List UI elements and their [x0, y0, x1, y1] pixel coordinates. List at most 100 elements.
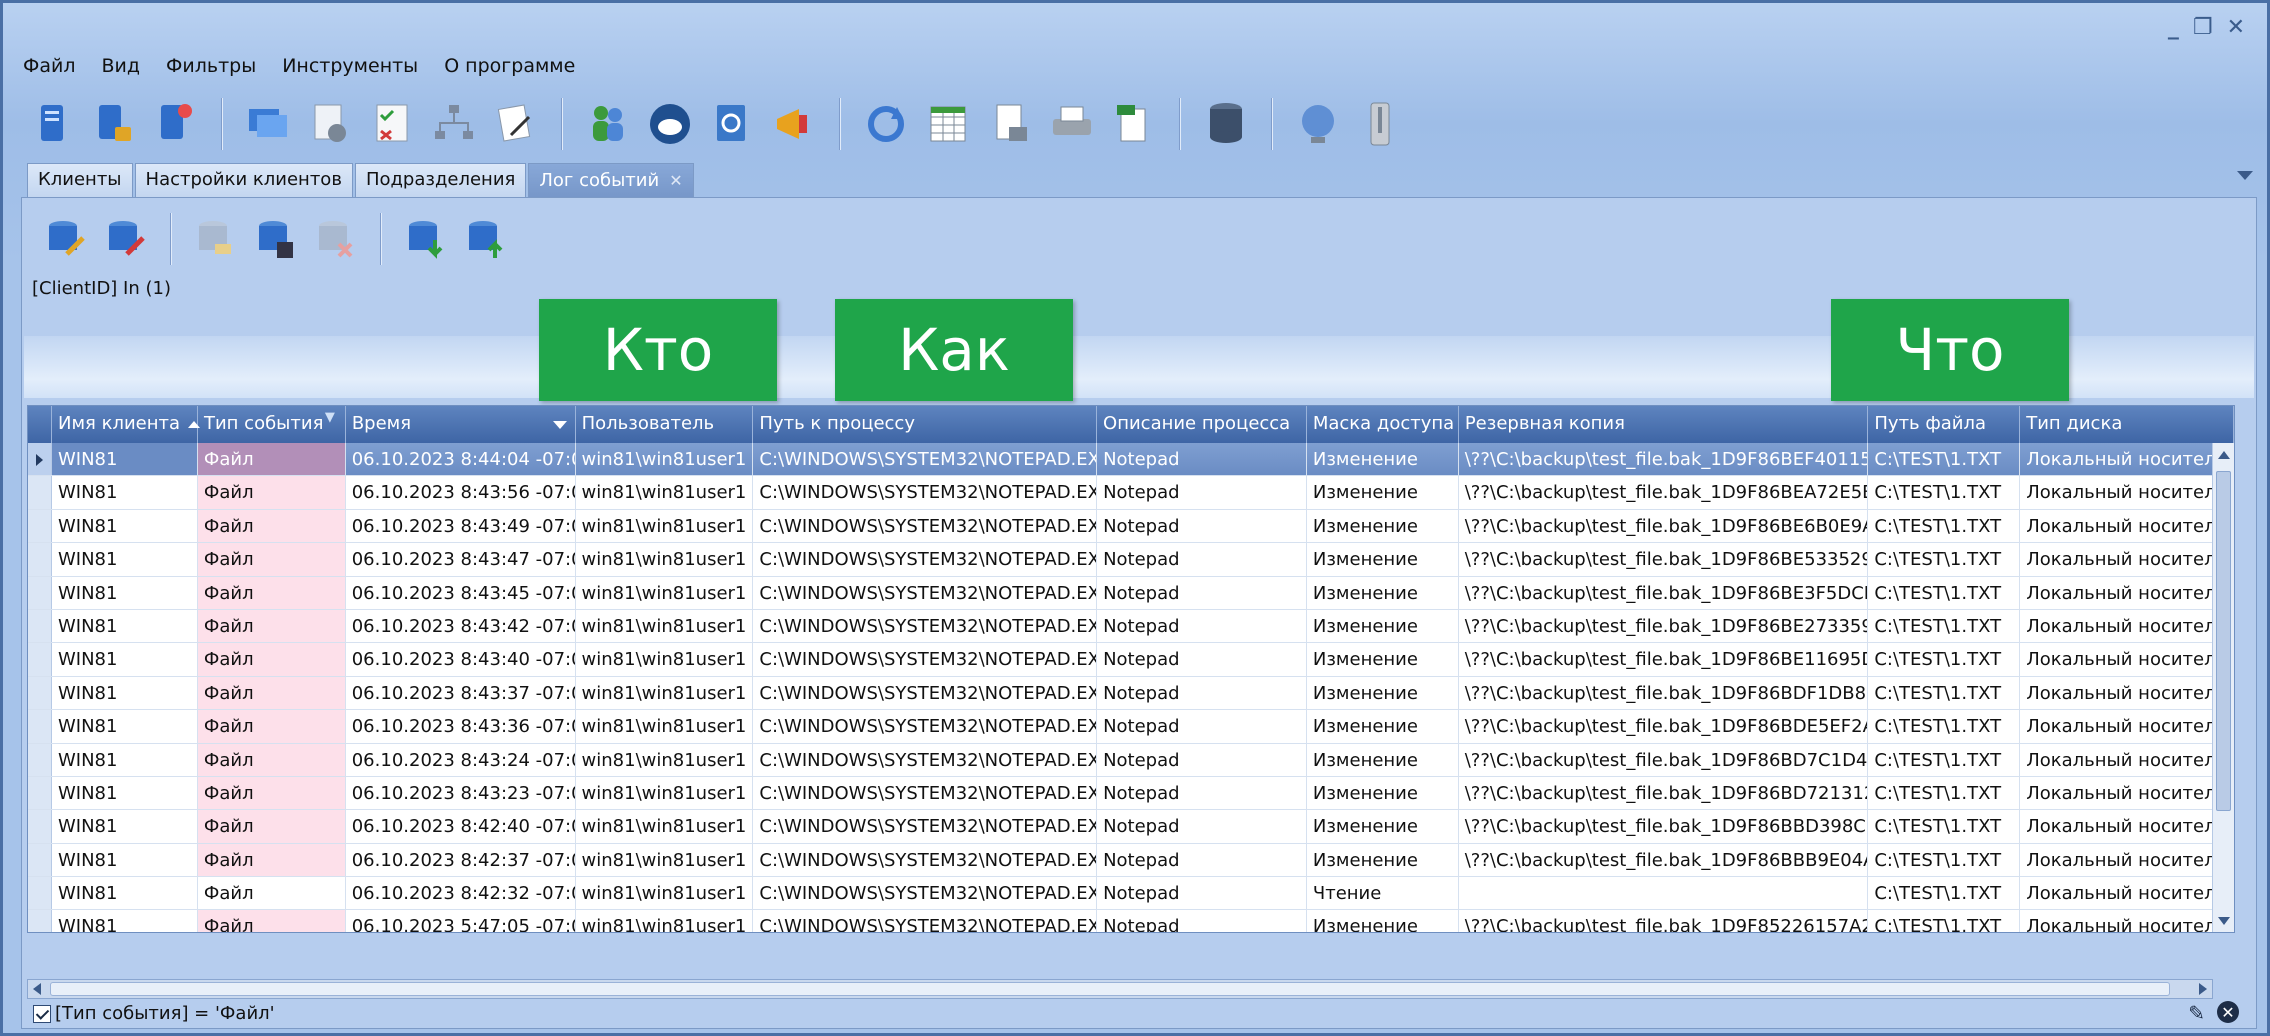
access-mask-cell[interactable]: Изменение — [1307, 910, 1459, 932]
client-name-cell[interactable]: WIN81 — [52, 476, 198, 509]
file-path-cell[interactable]: C:\TEST\1.TXT — [1868, 443, 2021, 476]
file-path-cell[interactable]: C:\TEST\1.TXT — [1868, 543, 2021, 576]
time-cell[interactable]: 06.10.2023 8:43:36 -07:00 — [346, 710, 576, 743]
file-path-cell[interactable]: C:\TEST\1.TXT — [1868, 676, 2021, 710]
time-cell[interactable]: 06.10.2023 8:43:23 -07:00 — [346, 776, 576, 810]
tab-list-dropdown-icon[interactable] — [2237, 171, 2253, 180]
event-type-cell[interactable]: Файл — [197, 710, 346, 743]
client-name-cell[interactable]: WIN81 — [52, 776, 198, 810]
disk-type-cell[interactable]: Локальный носитель — [2020, 877, 2234, 910]
file-path-cell[interactable]: C:\TEST\1.TXT — [1868, 576, 2021, 609]
client-name-cell[interactable]: WIN81 — [52, 509, 198, 543]
table-row[interactable]: WIN81 Файл 06.10.2023 8:43:42 -07:00 win81\… — [28, 609, 2234, 644]
user-cell[interactable]: win81\win81user1 — [576, 843, 754, 877]
backup-cell[interactable]: \??\C:\backup\test_file.bak_1D9F86BDE5EF… — [1459, 710, 1869, 743]
backup-cell[interactable]: \??\C:\backup\test_file.bak_1D9F86BE2733… — [1459, 609, 1869, 643]
mask-icon[interactable] — [644, 98, 696, 150]
event-type-cell[interactable]: Файл — [197, 776, 346, 810]
process-path-cell[interactable]: C:\WINDOWS\SYSTEM32\NOTEPAD.EXE — [753, 843, 1098, 877]
row-indicator[interactable] — [28, 810, 52, 843]
user-cell[interactable]: win81\win81user1 — [576, 810, 754, 843]
time-cell[interactable]: 06.10.2023 8:43:47 -07:00 — [346, 543, 576, 576]
row-indicator[interactable] — [28, 676, 52, 710]
export-icon[interactable] — [984, 98, 1036, 150]
tab-clients[interactable]: Клиенты — [27, 163, 133, 197]
process-path-cell[interactable]: C:\WINDOWS\SYSTEM32\NOTEPAD.EXE — [753, 509, 1098, 543]
backup-cell[interactable]: \??\C:\backup\test_file.bak_1D9F86BEF401… — [1459, 443, 1869, 476]
user-cell[interactable]: win81\win81user1 — [576, 476, 754, 509]
server-lock-icon[interactable] — [88, 98, 140, 150]
menu-filters[interactable]: Фильтры — [166, 55, 256, 77]
table-row[interactable]: WIN81 Файл 06.10.2023 8:42:32 -07:00 win81\… — [28, 877, 2234, 911]
hscroll-thumb[interactable] — [50, 982, 2170, 996]
time-cell[interactable]: 06.10.2023 8:42:32 -07:00 — [346, 877, 576, 910]
row-indicator[interactable] — [28, 476, 52, 509]
disk-type-cell[interactable]: Локальный носитель — [2020, 776, 2234, 810]
db-edit-icon[interactable] — [41, 214, 91, 264]
row-indicator[interactable] — [28, 910, 52, 932]
process-path-cell[interactable]: C:\WINDOWS\SYSTEM32\NOTEPAD.EXE — [753, 710, 1098, 743]
backup-cell[interactable]: \??\C:\backup\test_file.bak_1D9F85226157… — [1459, 910, 1869, 932]
file-path-cell[interactable]: C:\TEST\1.TXT — [1868, 710, 2021, 743]
process-desc-cell[interactable]: Notepad — [1097, 776, 1307, 810]
row-indicator[interactable] — [28, 609, 52, 643]
user-cell[interactable]: win81\win81user1 — [576, 676, 754, 710]
row-indicator[interactable] — [28, 843, 52, 877]
zip-icon[interactable] — [1354, 98, 1406, 150]
row-indicator[interactable] — [28, 776, 52, 810]
client-name-cell[interactable]: WIN81 — [52, 543, 198, 576]
edit-filter-icon[interactable]: ✎ — [2188, 1001, 2205, 1025]
process-path-cell[interactable]: C:\WINDOWS\SYSTEM32\NOTEPAD.EXE — [753, 543, 1098, 576]
access-mask-cell[interactable]: Изменение — [1307, 476, 1459, 509]
menu-file[interactable]: Файл — [23, 55, 76, 77]
backup-cell[interactable]: \??\C:\backup\test_file.bak_1D9F86BD7C1D… — [1459, 743, 1869, 776]
checklist-icon[interactable] — [366, 98, 418, 150]
process-desc-cell[interactable]: Notepad — [1097, 609, 1307, 643]
users-icon[interactable] — [582, 98, 634, 150]
disk-type-cell[interactable]: Локальный носитель — [2020, 443, 2234, 476]
row-indicator[interactable] — [28, 643, 52, 676]
backup-cell[interactable]: \??\C:\backup\test_file.bak_1D9F86BBB9E0… — [1459, 843, 1869, 877]
process-path-cell[interactable]: C:\WINDOWS\SYSTEM32\NOTEPAD.EXE — [753, 776, 1098, 810]
process-desc-cell[interactable]: Notepad — [1097, 676, 1307, 710]
table-row[interactable]: WIN81 Файл 06.10.2023 8:43:40 -07:00 win81\… — [28, 643, 2234, 677]
table-row[interactable]: WIN81 Файл 06.10.2023 8:43:47 -07:00 win81\… — [28, 543, 2234, 577]
vertical-scrollbar[interactable] — [2212, 443, 2234, 932]
event-type-cell[interactable]: Файл — [197, 843, 346, 877]
horizontal-scrollbar[interactable] — [27, 979, 2213, 999]
tab-departments[interactable]: Подразделения — [354, 163, 527, 197]
clear-filter-icon[interactable]: ✕ — [2217, 1001, 2239, 1023]
servers-icon[interactable] — [26, 98, 78, 150]
process-desc-cell[interactable]: Notepad — [1097, 710, 1307, 743]
user-cell[interactable]: win81\win81user1 — [576, 443, 754, 476]
file-path-cell[interactable]: C:\TEST\1.TXT — [1868, 810, 2021, 843]
user-cell[interactable]: win81\win81user1 — [576, 543, 754, 576]
process-path-cell[interactable]: C:\WINDOWS\SYSTEM32\NOTEPAD.EXE — [753, 743, 1098, 776]
backup-cell[interactable]: \??\C:\backup\test_file.bak_1D9F86BEA72E… — [1459, 476, 1869, 509]
scroll-right-icon[interactable] — [2199, 983, 2207, 995]
col-access-mask-header[interactable]: Маска доступа — [1307, 406, 1459, 443]
access-mask-cell[interactable]: Изменение — [1307, 843, 1459, 877]
filter-enabled-checkbox[interactable] — [33, 1004, 51, 1023]
process-path-cell[interactable]: C:\WINDOWS\SYSTEM32\NOTEPAD.EXE — [753, 476, 1098, 509]
event-type-cell[interactable]: Файл — [197, 576, 346, 609]
event-type-cell[interactable]: Файл — [197, 743, 346, 776]
access-mask-cell[interactable]: Изменение — [1307, 743, 1459, 776]
user-cell[interactable]: win81\win81user1 — [576, 877, 754, 910]
db-save-icon[interactable] — [251, 214, 301, 264]
process-desc-cell[interactable]: Notepad — [1097, 843, 1307, 877]
event-type-cell[interactable]: Файл — [197, 476, 346, 509]
client-name-cell[interactable]: WIN81 — [52, 710, 198, 743]
access-mask-cell[interactable]: Изменение — [1307, 710, 1459, 743]
disk-type-cell[interactable]: Локальный носитель — [2020, 843, 2234, 877]
scroll-left-icon[interactable] — [33, 983, 41, 995]
process-path-cell[interactable]: C:\WINDOWS\SYSTEM32\NOTEPAD.EXE — [753, 910, 1098, 932]
db-import-icon[interactable] — [401, 214, 451, 264]
scroll-up-icon[interactable] — [2218, 451, 2230, 459]
process-desc-cell[interactable]: Notepad — [1097, 443, 1307, 476]
menu-tools[interactable]: Инструменты — [282, 55, 418, 77]
process-desc-cell[interactable]: Notepad — [1097, 743, 1307, 776]
user-cell[interactable]: win81\win81user1 — [576, 910, 754, 932]
db-open-icon[interactable] — [191, 214, 241, 264]
event-type-cell[interactable]: Файл — [197, 676, 346, 710]
